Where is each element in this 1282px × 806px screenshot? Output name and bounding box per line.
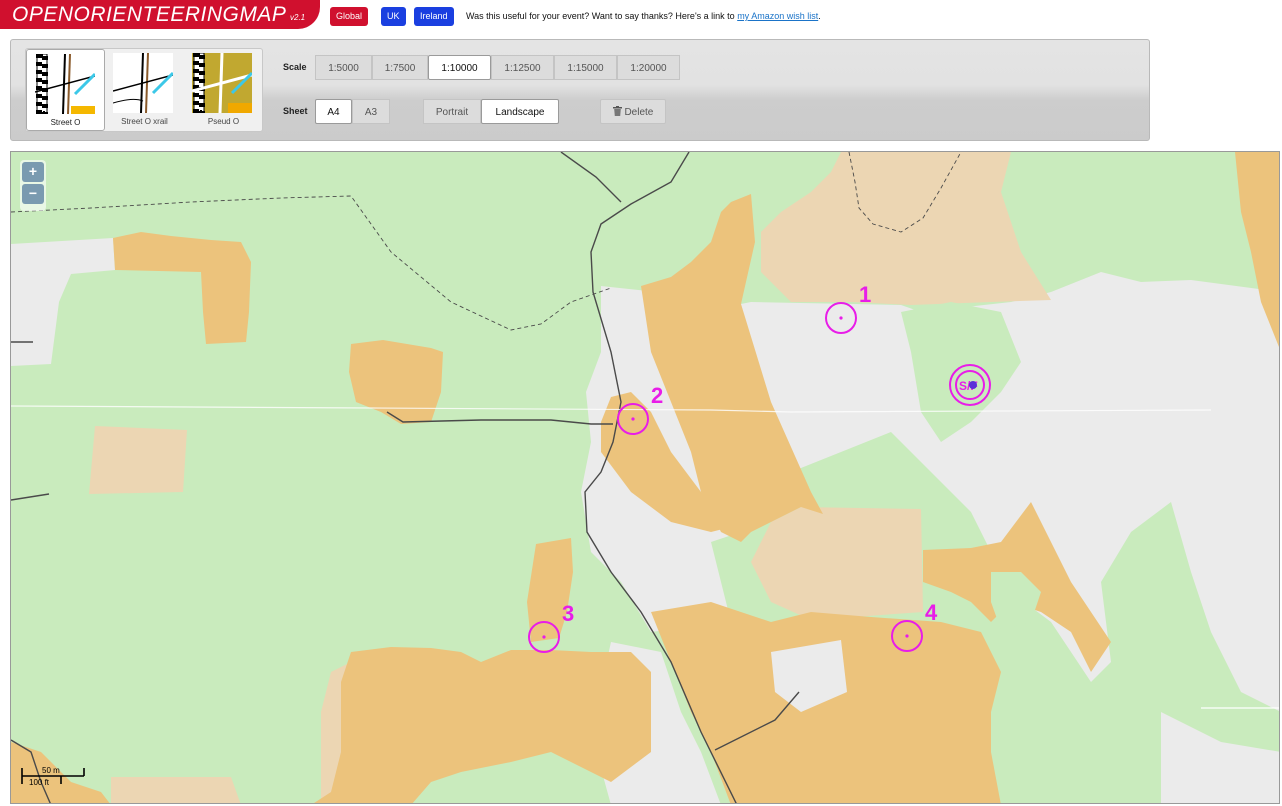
style-label: Street O xrail <box>121 117 168 126</box>
control-3-dot <box>542 635 546 639</box>
control-3-number: 3 <box>562 601 574 626</box>
control-4-number: 4 <box>925 600 938 625</box>
street-o-xrail-thumbnail <box>113 53 173 113</box>
zoom-out-button[interactable]: − <box>22 184 44 204</box>
control-2-number: 2 <box>651 383 663 408</box>
map-view[interactable]: S/F 1 2 3 4 + − 50 m 100 ft <box>10 151 1280 804</box>
scale-option-7500[interactable]: 1:7500 <box>372 55 428 80</box>
map-style-selector: Street O Street O xrail Pseud O <box>25 48 263 132</box>
light-rough-centre <box>751 507 923 620</box>
delete-button[interactable]: Delete <box>600 99 666 124</box>
scale-metric: 50 m <box>42 766 60 775</box>
rough-nw-1 <box>113 232 251 344</box>
sheet-label: Sheet <box>283 106 308 116</box>
street-o-thumbnail <box>35 54 95 114</box>
scale-imperial: 100 ft <box>29 778 50 787</box>
style-option-pseud-o[interactable]: Pseud O <box>184 49 263 131</box>
sheet-option-a4[interactable]: A4 <box>315 99 352 124</box>
rough-nw-2 <box>349 340 443 424</box>
delete-label: Delete <box>624 107 654 118</box>
zoom-control: + − <box>20 160 46 211</box>
style-option-street-o-xrail[interactable]: Street O xrail <box>105 49 184 131</box>
wishlist-link[interactable]: my Amazon wish list <box>737 11 818 21</box>
pseud-o-thumbnail <box>192 53 252 113</box>
zoom-in-button[interactable]: + <box>22 162 44 182</box>
control-4-dot <box>905 634 909 638</box>
control-1-number: 1 <box>859 282 871 307</box>
scale-option-12500[interactable]: 1:12500 <box>491 55 554 80</box>
scale-option-5000[interactable]: 1:5000 <box>315 55 372 80</box>
scale-bar: 50 m 100 ft <box>21 764 101 790</box>
north-road <box>560 152 622 203</box>
built-area-west <box>11 238 115 366</box>
logo-version: v2.1 <box>290 13 306 22</box>
logo-text: OPENORIENTEERINGMAP <box>12 3 287 26</box>
control-2-dot <box>631 417 635 421</box>
orientation-portrait[interactable]: Portrait <box>423 99 481 124</box>
style-label: Street O <box>50 118 81 127</box>
style-option-street-o[interactable]: Street O <box>26 49 105 131</box>
app-logo[interactable]: OPENORIENTEERINGMAP v2.1 <box>0 0 320 29</box>
built-area-east <box>1161 712 1279 803</box>
start-finish-dot <box>969 381 977 389</box>
scale-option-10000[interactable]: 1:10000 <box>428 55 491 80</box>
scale-option-20000[interactable]: 1:20000 <box>617 55 680 80</box>
light-rough-south <box>111 777 241 803</box>
light-rough-west <box>89 426 187 494</box>
scale-label: Scale <box>283 62 307 72</box>
scale-option-15000[interactable]: 1:15000 <box>554 55 617 80</box>
rough-south-west <box>314 647 651 803</box>
west-edge-2 <box>11 493 50 501</box>
thanks-text: Was this useful for your event? Want to … <box>466 11 738 21</box>
control-1-dot <box>839 316 843 320</box>
orienteering-map[interactable]: S/F 1 2 3 4 <box>11 152 1280 804</box>
trash-icon <box>612 106 622 116</box>
uk-button[interactable]: UK <box>381 7 406 26</box>
style-label: Pseud O <box>207 117 240 126</box>
thanks-message: Was this useful for your event? Want to … <box>466 11 821 21</box>
global-button[interactable]: Global <box>330 7 369 26</box>
sheet-option-a3[interactable]: A3 <box>352 99 390 124</box>
thanks-end: . <box>818 11 821 21</box>
control-panel: Street O Street O xrail Pseud O Scale 1:… <box>10 39 1150 141</box>
ireland-button[interactable]: Ireland <box>414 7 454 26</box>
orientation-landscape[interactable]: Landscape <box>481 99 559 124</box>
